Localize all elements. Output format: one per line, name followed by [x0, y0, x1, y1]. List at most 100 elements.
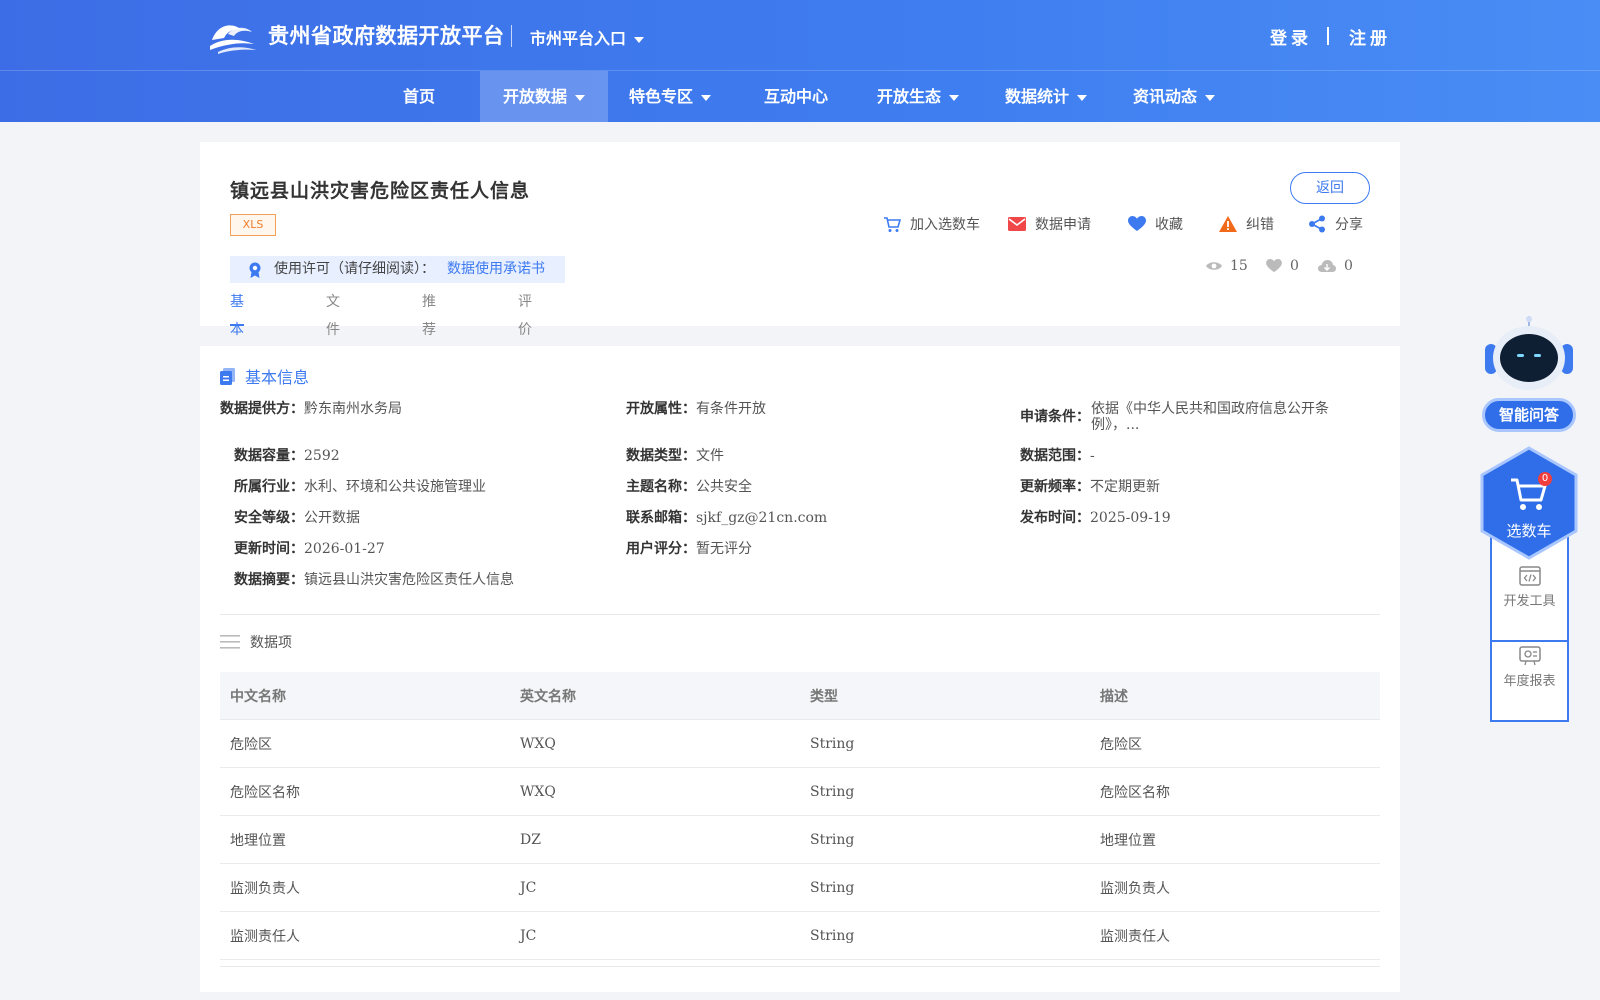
report-error-button[interactable]: 纠错 [1219, 214, 1274, 234]
field-user-rating: 用户评分：暂无评分 [626, 541, 752, 557]
cart-count-badge: 0 [1538, 472, 1552, 486]
format-tag: XLS [230, 214, 276, 236]
likes-stat: 0 [1266, 258, 1299, 274]
share-button[interactable]: 分享 [1308, 214, 1363, 234]
city-platform-label: 市州平台入口 [530, 29, 627, 48]
table-cell: 危险区 [220, 719, 510, 768]
cloud-download-icon [1318, 259, 1336, 272]
dataset-header-card: 镇远县山洪灾害危险区责任人信息 XLS 返回 加入选数车 数据申请 收藏 纠错 … [200, 142, 1400, 394]
nav-statistics-label: 数据统计 [1004, 87, 1069, 106]
table-cell: DZ [510, 815, 800, 864]
annual-report-label: 年度报表 [1503, 674, 1556, 689]
top-bar: 贵州省政府数据开放平台 市州平台入口 登录 注册 [0, 0, 1600, 71]
share-icon [1309, 215, 1325, 233]
nav-special-zone[interactable]: 特色专区 [620, 71, 720, 122]
license-commitment-link[interactable]: 数据使用承诺书 [447, 256, 545, 283]
table-cell: 监测责任人 [1090, 911, 1380, 960]
nav-home-label: 首页 [402, 87, 435, 106]
views-stat: 15 [1206, 258, 1248, 274]
dev-tools-label: 开发工具 [1503, 594, 1556, 609]
nav-open-data-label: 开放数据 [502, 87, 567, 106]
register-link[interactable]: 注册 [1349, 24, 1391, 49]
document-icon [220, 367, 235, 385]
data-cart-label: 选数车 [1506, 522, 1552, 540]
share-label: 分享 [1335, 217, 1363, 233]
table-cell: 危险区 [1090, 719, 1380, 768]
table-cell: WXQ [510, 767, 800, 816]
nav-ecosystem[interactable]: 开放生态 [868, 71, 968, 122]
smart-qa-button[interactable]: 智能问答 [1482, 398, 1576, 432]
add-to-cart-button[interactable]: 加入选数车 [883, 214, 980, 234]
table-cell: String [800, 911, 1090, 960]
field-provider: 数据提供方：黔东南州水务局 [220, 401, 402, 417]
table-header-row: 中文名称 英文名称 类型 描述 [220, 672, 1380, 720]
table-row: 地理位置 DZ String 地理位置 [220, 815, 1380, 864]
nav-ecosystem-label: 开放生态 [876, 87, 941, 106]
nav-home[interactable]: 首页 [395, 71, 443, 122]
caret-down-icon [1205, 94, 1215, 101]
city-platform-dropdown[interactable]: 市州平台入口 [530, 25, 645, 49]
nav-statistics[interactable]: 数据统计 [996, 71, 1096, 122]
field-update-time: 更新时间：2026-01-27 [234, 541, 385, 557]
likes-count: 0 [1290, 258, 1299, 274]
column-header: 描述 [1090, 672, 1380, 720]
title-divider [511, 25, 512, 47]
nav-interaction-label: 互动中心 [763, 87, 828, 106]
field-contact-email: 联系邮箱：sjkf_gz@21cn.com [626, 510, 828, 526]
report-error-label: 纠错 [1246, 217, 1274, 233]
data-items-table: 中文名称 英文名称 类型 描述 危险区 WXQ String 危险区 危险区名称… [220, 672, 1380, 960]
field-capacity: 数据容量：2592 [234, 448, 340, 464]
nav-interaction[interactable]: 互动中心 [756, 71, 836, 122]
field-industry: 所属行业：水利、环境和公共设施管理业 [234, 479, 486, 495]
add-to-cart-label: 加入选数车 [910, 217, 980, 233]
table-cell: 危险区名称 [220, 767, 510, 816]
tab-file-data[interactable]: 文件数据 [326, 288, 340, 394]
report-icon [1518, 646, 1541, 666]
login-link[interactable]: 登录 [1270, 24, 1312, 49]
table-row: 危险区 WXQ String 危险区 [220, 719, 1380, 768]
warning-icon [1219, 216, 1237, 232]
favorite-button[interactable]: 收藏 [1128, 214, 1183, 234]
license-bar: 使用许可（请仔细阅读）： 数据使用承诺书 [230, 256, 565, 283]
section-divider [220, 614, 1380, 615]
table-cell: String [800, 863, 1090, 912]
cart-icon [884, 216, 901, 232]
field-data-type: 数据类型：文件 [626, 448, 724, 464]
site-title[interactable]: 贵州省政府数据开放平台 [268, 20, 505, 50]
data-cart-button[interactable]: 0 选数车 [1480, 446, 1578, 560]
field-data-range: 数据范围：- [1020, 448, 1095, 464]
dev-tools-button[interactable]: 开发工具 [1492, 566, 1567, 609]
auth-divider [1327, 27, 1329, 45]
section-title: 基本信息 [245, 368, 310, 387]
field-topic: 主题名称：公共安全 [626, 479, 752, 495]
annual-report-button[interactable]: 年度报表 [1492, 646, 1567, 689]
robot-assistant-icon[interactable] [1483, 316, 1575, 392]
table-cell: 监测负责人 [220, 863, 510, 912]
nav-news[interactable]: 资讯动态 [1124, 71, 1224, 122]
table-cell: 监测责任人 [220, 911, 510, 960]
column-header: 中文名称 [220, 672, 510, 720]
table-row: 危险区名称 WXQ String 危险区名称 [220, 767, 1380, 816]
heart-icon [1128, 216, 1146, 231]
table-cell: String [800, 815, 1090, 864]
eye-icon [1206, 262, 1222, 270]
table-cell: String [800, 719, 1090, 768]
downloads-count: 0 [1344, 258, 1353, 274]
tab-rating[interactable]: 评价 [518, 288, 532, 338]
data-apply-button[interactable]: 数据申请 [1008, 214, 1091, 234]
caret-down-icon [634, 36, 645, 43]
table-row: 监测责任人 JC String 监测责任人 [220, 911, 1380, 960]
site-logo-icon[interactable] [208, 18, 258, 54]
license-label: 使用许可（请仔细阅读）： [274, 261, 435, 277]
caret-down-icon [575, 94, 585, 101]
column-header: 类型 [800, 672, 1090, 720]
caret-down-icon [701, 94, 711, 101]
tab-basic-info[interactable]: 基本信息 [230, 288, 244, 394]
table-cell: 监测负责人 [1090, 863, 1380, 912]
tab-recommended[interactable]: 推荐数据 [422, 288, 436, 394]
table-cell: WXQ [510, 719, 800, 768]
table-cell: String [800, 767, 1090, 816]
back-button[interactable]: 返回 [1290, 172, 1370, 204]
nav-open-data[interactable]: 开放数据 [480, 71, 608, 122]
downloads-stat: 0 [1318, 258, 1353, 274]
